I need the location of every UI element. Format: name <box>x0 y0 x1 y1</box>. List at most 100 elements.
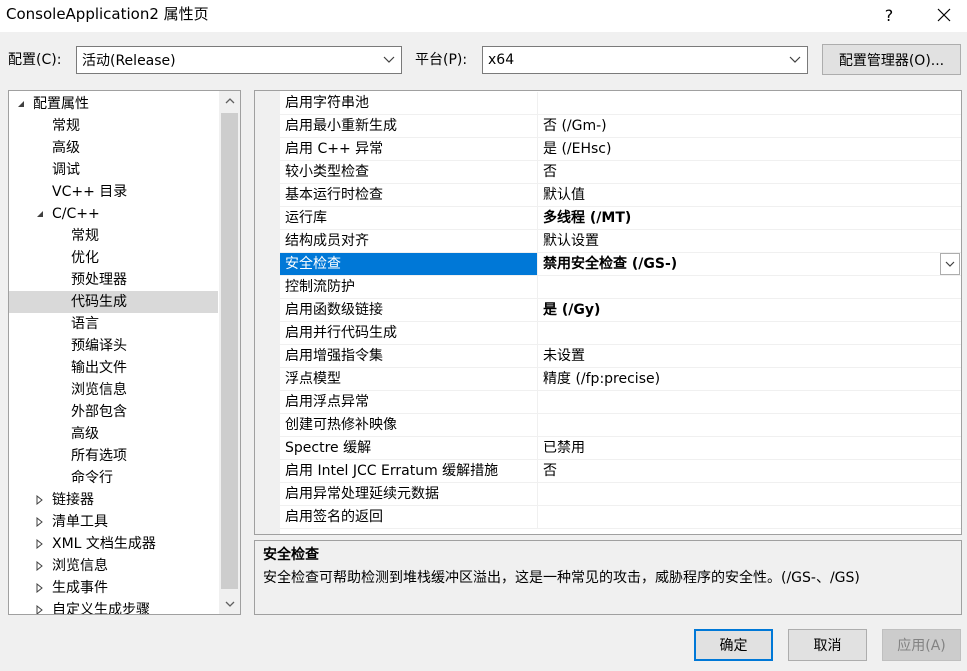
expanded-triangle-icon[interactable] <box>15 93 27 115</box>
property-value[interactable] <box>539 414 961 436</box>
property-value[interactable]: 是 (/EHsc) <box>539 138 961 160</box>
property-value[interactable]: 精度 (/fp:precise) <box>539 368 961 390</box>
property-row[interactable]: 启用签名的返回 <box>280 506 961 529</box>
property-row[interactable]: 启用 Intel JCC Erratum 缓解措施否 <box>280 460 961 483</box>
property-value[interactable]: 多线程 (/MT) <box>539 207 961 229</box>
property-row[interactable]: 启用并行代码生成 <box>280 322 961 345</box>
tree-item[interactable]: 链接器 <box>9 489 218 511</box>
property-row[interactable]: 启用浮点异常 <box>280 391 961 414</box>
property-name: 运行库 <box>280 207 538 229</box>
tree-item[interactable]: 预编译头 <box>9 335 218 357</box>
tree-scrollbar[interactable] <box>219 91 240 614</box>
tree-item[interactable]: 自定义生成步骤 <box>9 599 218 614</box>
property-row[interactable]: 较小类型检查否 <box>280 161 961 184</box>
property-value[interactable] <box>539 391 961 413</box>
property-row[interactable]: 启用函数级链接是 (/Gy) <box>280 299 961 322</box>
chevron-down-icon <box>945 261 955 267</box>
tree-item[interactable]: 命令行 <box>9 467 218 489</box>
apply-button[interactable]: 应用(A) <box>882 629 961 661</box>
property-value[interactable]: 否 <box>539 161 961 183</box>
tree-item[interactable]: 所有选项 <box>9 445 218 467</box>
property-value[interactable]: 已禁用 <box>539 437 961 459</box>
property-row[interactable]: 启用 C++ 异常是 (/EHsc) <box>280 138 961 161</box>
close-button[interactable] <box>921 0 967 30</box>
collapsed-triangle-icon[interactable] <box>34 577 46 599</box>
collapsed-triangle-icon[interactable] <box>34 511 46 533</box>
tree-item[interactable]: 浏览信息 <box>9 379 218 401</box>
property-value[interactable]: 是 (/Gy) <box>539 299 961 321</box>
property-name: 启用最小重新生成 <box>280 115 538 137</box>
property-value[interactable]: 未设置 <box>539 345 961 367</box>
tree-item-label: XML 文档生成器 <box>52 536 156 552</box>
property-row[interactable]: 浮点模型 精度 (/fp:precise) <box>280 368 961 391</box>
tree-item[interactable]: 常规 <box>9 225 218 247</box>
property-row[interactable]: 控制流防护 <box>280 276 961 299</box>
property-row[interactable]: 启用字符串池 <box>280 92 961 115</box>
property-row[interactable]: Spectre 缓解 已禁用 <box>280 437 961 460</box>
tree-item[interactable]: XML 文档生成器 <box>9 533 218 555</box>
tree-item[interactable]: 高级 <box>9 423 218 445</box>
property-row[interactable]: 安全检查 禁用安全检查 (/GS-) <box>280 253 961 276</box>
tree-item[interactable]: 配置属性 <box>9 93 218 115</box>
tree-item[interactable]: C/C++ <box>9 203 218 225</box>
tree-item[interactable]: 生成事件 <box>9 577 218 599</box>
property-value[interactable]: 禁用安全检查 (/GS-) <box>539 253 961 275</box>
property-row[interactable]: 创建可热修补映像 <box>280 414 961 437</box>
tree-item[interactable]: 代码生成 <box>9 291 218 313</box>
collapsed-triangle-icon[interactable] <box>34 599 46 614</box>
collapsed-triangle-icon[interactable] <box>34 489 46 511</box>
scroll-up-icon[interactable] <box>219 91 240 111</box>
value-dropdown-button[interactable] <box>940 253 960 275</box>
grid-gutter <box>255 91 280 534</box>
config-dropdown[interactable]: 活动(Release) <box>76 46 402 74</box>
property-row[interactable]: 启用增强指令集 未设置 <box>280 345 961 368</box>
property-value[interactable] <box>539 276 961 298</box>
help-button[interactable]: ? <box>866 0 912 30</box>
tree-item[interactable]: 浏览信息 <box>9 555 218 577</box>
tree-item[interactable]: 预处理器 <box>9 269 218 291</box>
property-value[interactable]: 默认值 <box>539 184 961 206</box>
tree-item[interactable]: 清单工具 <box>9 511 218 533</box>
property-name: 启用浮点异常 <box>280 391 538 413</box>
property-value[interactable] <box>539 483 961 505</box>
property-value[interactable] <box>539 506 961 528</box>
property-value[interactable]: 否 <box>539 460 961 482</box>
property-name: 启用增强指令集 <box>280 345 538 367</box>
scroll-down-icon[interactable] <box>219 594 240 614</box>
tree-item-label: 预编译头 <box>71 338 127 354</box>
platform-dropdown[interactable]: x64 <box>482 46 808 74</box>
platform-value: x64 <box>488 52 515 68</box>
tree-item[interactable]: 优化 <box>9 247 218 269</box>
tree-item-label: 命令行 <box>71 470 113 486</box>
chevron-down-icon <box>383 56 395 63</box>
tree-item[interactable]: 语言 <box>9 313 218 335</box>
title-bar: ConsoleApplication2 属性页 ? <box>0 0 967 32</box>
property-name: 安全检查 <box>280 253 538 275</box>
tree-item-label: 高级 <box>71 426 99 442</box>
property-value[interactable]: 默认设置 <box>539 230 961 252</box>
property-row[interactable]: 启用最小重新生成否 (/Gm-) <box>280 115 961 138</box>
property-value[interactable]: 否 (/Gm-) <box>539 115 961 137</box>
property-row[interactable]: 结构成员对齐 默认设置 <box>280 230 961 253</box>
collapsed-triangle-icon[interactable] <box>34 555 46 577</box>
ok-button[interactable]: 确定 <box>694 629 773 661</box>
property-row[interactable]: 启用异常处理延续元数据 <box>280 483 961 506</box>
property-grid[interactable]: 启用字符串池 启用最小重新生成否 (/Gm-) 启用 C++ 异常是 (/EHsc)… <box>254 90 962 535</box>
tree-item[interactable]: 高级 <box>9 137 218 159</box>
property-row[interactable]: 基本运行时检查 默认值 <box>280 184 961 207</box>
category-tree[interactable]: 配置属性 常规 高级 调试 VC++ 目录 C/C++ 常规 优化 预处理器 代码生成 语言 预编译头… <box>8 90 241 615</box>
tree-item[interactable]: 输出文件 <box>9 357 218 379</box>
tree-item[interactable]: 常规 <box>9 115 218 137</box>
expanded-triangle-icon[interactable] <box>34 203 46 225</box>
property-value[interactable] <box>539 322 961 344</box>
property-row[interactable]: 运行库 多线程 (/MT) <box>280 207 961 230</box>
cancel-button[interactable]: 取消 <box>788 629 867 661</box>
tree-item[interactable]: 调试 <box>9 159 218 181</box>
collapsed-triangle-icon[interactable] <box>34 533 46 555</box>
description-panel: 安全检查 安全检查可帮助检测到堆栈缓冲区溢出，这是一种常见的攻击，威胁程序的安全… <box>254 540 962 615</box>
config-manager-button[interactable]: 配置管理器(O)... <box>822 44 961 75</box>
scroll-thumb[interactable] <box>221 113 238 589</box>
tree-item[interactable]: VC++ 目录 <box>9 181 218 203</box>
property-value[interactable] <box>539 92 961 114</box>
tree-item[interactable]: 外部包含 <box>9 401 218 423</box>
